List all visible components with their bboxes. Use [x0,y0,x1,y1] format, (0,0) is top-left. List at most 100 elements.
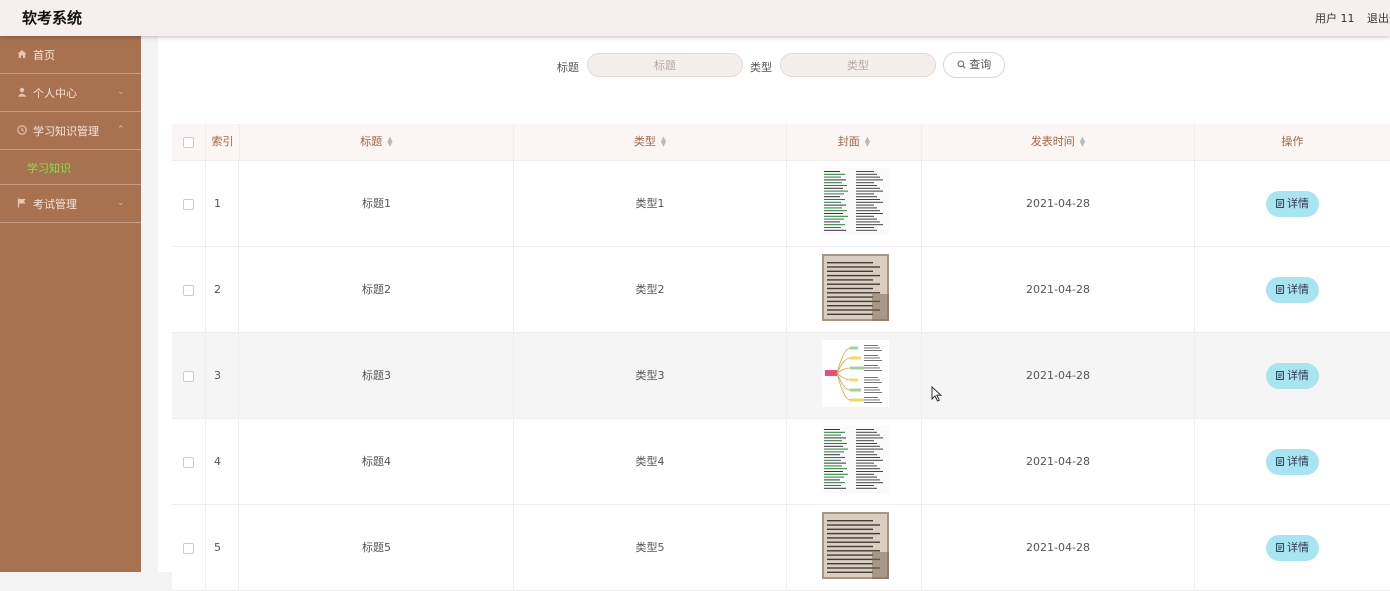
row-checkbox[interactable] [183,456,194,468]
row-cover [787,333,922,418]
sort-icon[interactable]: ▲ ▼ [661,136,666,148]
table-header: 索引 标题 ▲ ▼ 类型 ▲ ▼ 封面 ▲ ▼ 发表时间 ▲ ▼ 操作 [172,124,1390,161]
document-icon [1276,543,1284,552]
chevron-down-icon: ⌄ [117,87,125,97]
top-bar: 软考系统 用户 11 退出登录 [0,0,1390,36]
column-title-label: 标题 [360,135,383,148]
document-icon [1276,285,1284,294]
user-label: 用户 11 [1315,12,1355,25]
cover-image [822,426,889,493]
table-row: 3 标题3 类型3 2021-04-28 详情 [172,333,1390,419]
row-checkbox[interactable] [183,542,194,554]
app-title: 软考系统 [22,9,83,27]
knowledge-table: 索引 标题 ▲ ▼ 类型 ▲ ▼ 封面 ▲ ▼ 发表时间 ▲ ▼ 操作 1 标题1 类型1 2021-… [172,124,1390,591]
detail-button[interactable]: 详情 [1266,535,1319,561]
row-title: 标题5 [240,505,514,590]
sort-icon[interactable]: ▲ ▼ [1080,136,1085,148]
row-actions: 详情 [1195,333,1390,418]
detail-button[interactable]: 详情 [1266,191,1319,217]
document-icon [1276,457,1284,466]
row-actions: 详情 [1195,505,1390,590]
row-actions: 详情 [1195,247,1390,332]
column-type[interactable]: 类型 ▲ ▼ [514,124,787,160]
sidebar-item-label: 考试管理 [33,198,77,211]
sidebar-item-label: 学习知识管理 [33,125,99,138]
row-index: 2 [206,247,239,332]
row-cover [787,161,922,246]
mouse-cursor-icon [931,386,943,402]
sidebar-item-personal-center[interactable]: 个人中心 ⌄ [0,74,141,112]
type-search-input[interactable]: 类型 [780,53,936,77]
row-date: 2021-04-28 [922,333,1195,418]
row-type: 类型1 [514,161,787,246]
row-index: 3 [206,333,239,418]
row-title: 标题4 [240,419,514,504]
row-title: 标题3 [240,333,514,418]
sidebar-item-label: 个人中心 [33,87,77,100]
clock-icon [17,125,27,135]
row-checkbox[interactable] [183,198,194,210]
chevron-up-icon: ⌃ [117,125,125,135]
sidebar-subitem-study-knowledge[interactable]: 学习知识 [0,150,141,185]
sort-icon[interactable]: ▲ ▼ [387,136,392,148]
column-date-label: 发表时间 [1030,135,1075,148]
sort-icon[interactable]: ▲ ▼ [865,136,870,148]
row-date: 2021-04-28 [922,161,1195,246]
sidebar-item-exam-management[interactable]: 考试管理 ⌄ [0,185,141,223]
row-index: 1 [206,161,239,246]
sidebar-item-study-knowledge-management[interactable]: 学习知识管理 ⌃ [0,112,141,150]
column-cover-label: 封面 [837,135,860,148]
type-search-label: 类型 [750,61,772,74]
chevron-down-icon: ⌄ [117,198,125,208]
row-checkbox[interactable] [183,370,194,382]
column-date[interactable]: 发表时间 ▲ ▼ [922,124,1195,160]
row-type: 类型5 [514,505,787,590]
query-button[interactable]: 查询 [943,52,1005,78]
sidebar-subitem-label[interactable]: 学习知识 [27,160,71,176]
row-checkbox[interactable] [183,284,194,296]
home-icon [17,50,27,58]
table-row: 5 标题5 类型5 2021-04-28 详情 [172,505,1390,591]
row-cover [787,247,922,332]
row-type: 类型3 [514,333,787,418]
search-icon [957,60,966,69]
flag-icon [17,198,26,208]
logout-link[interactable]: 退出登录 [1367,10,1390,26]
row-actions: 详情 [1195,419,1390,504]
select-all-cell [172,124,206,160]
row-date: 2021-04-28 [922,247,1195,332]
column-title[interactable]: 标题 ▲ ▼ [240,124,514,160]
column-type-label: 类型 [633,135,656,148]
row-select-cell [172,161,206,246]
sidebar-item-label: 首页 [33,49,55,62]
title-search-label: 标题 [557,61,579,74]
row-select-cell [172,505,206,590]
row-index: 5 [206,505,239,590]
table-row: 2 标题2 类型2 2021-04-28 详情 [172,247,1390,333]
column-cover[interactable]: 封面 ▲ ▼ [787,124,922,160]
cover-image [822,340,889,407]
row-actions: 详情 [1195,161,1390,246]
row-cover [787,419,922,504]
row-cover [787,505,922,590]
user-icon [17,87,27,97]
detail-button[interactable]: 详情 [1266,277,1319,303]
table-row: 1 标题1 类型1 2021-04-28 详情 [172,161,1390,247]
cover-image [822,254,889,321]
query-button-label: 查询 [969,58,992,71]
sidebar-item-home[interactable]: 首页 [0,36,141,74]
detail-button[interactable]: 详情 [1266,363,1319,389]
column-index: 索引 [206,124,240,160]
row-type: 类型4 [514,419,787,504]
row-date: 2021-04-28 [922,505,1195,590]
row-select-cell [172,419,206,504]
select-all-checkbox[interactable] [183,136,194,148]
row-date: 2021-04-28 [922,419,1195,504]
row-select-cell [172,247,206,332]
detail-button-label: 详情 [1287,369,1309,382]
row-select-cell [172,333,206,418]
table-row: 4 标题4 类型4 2021-04-28 详情 [172,419,1390,505]
detail-button[interactable]: 详情 [1266,449,1319,475]
title-search-input[interactable]: 标题 [587,53,743,77]
document-icon [1276,371,1284,380]
